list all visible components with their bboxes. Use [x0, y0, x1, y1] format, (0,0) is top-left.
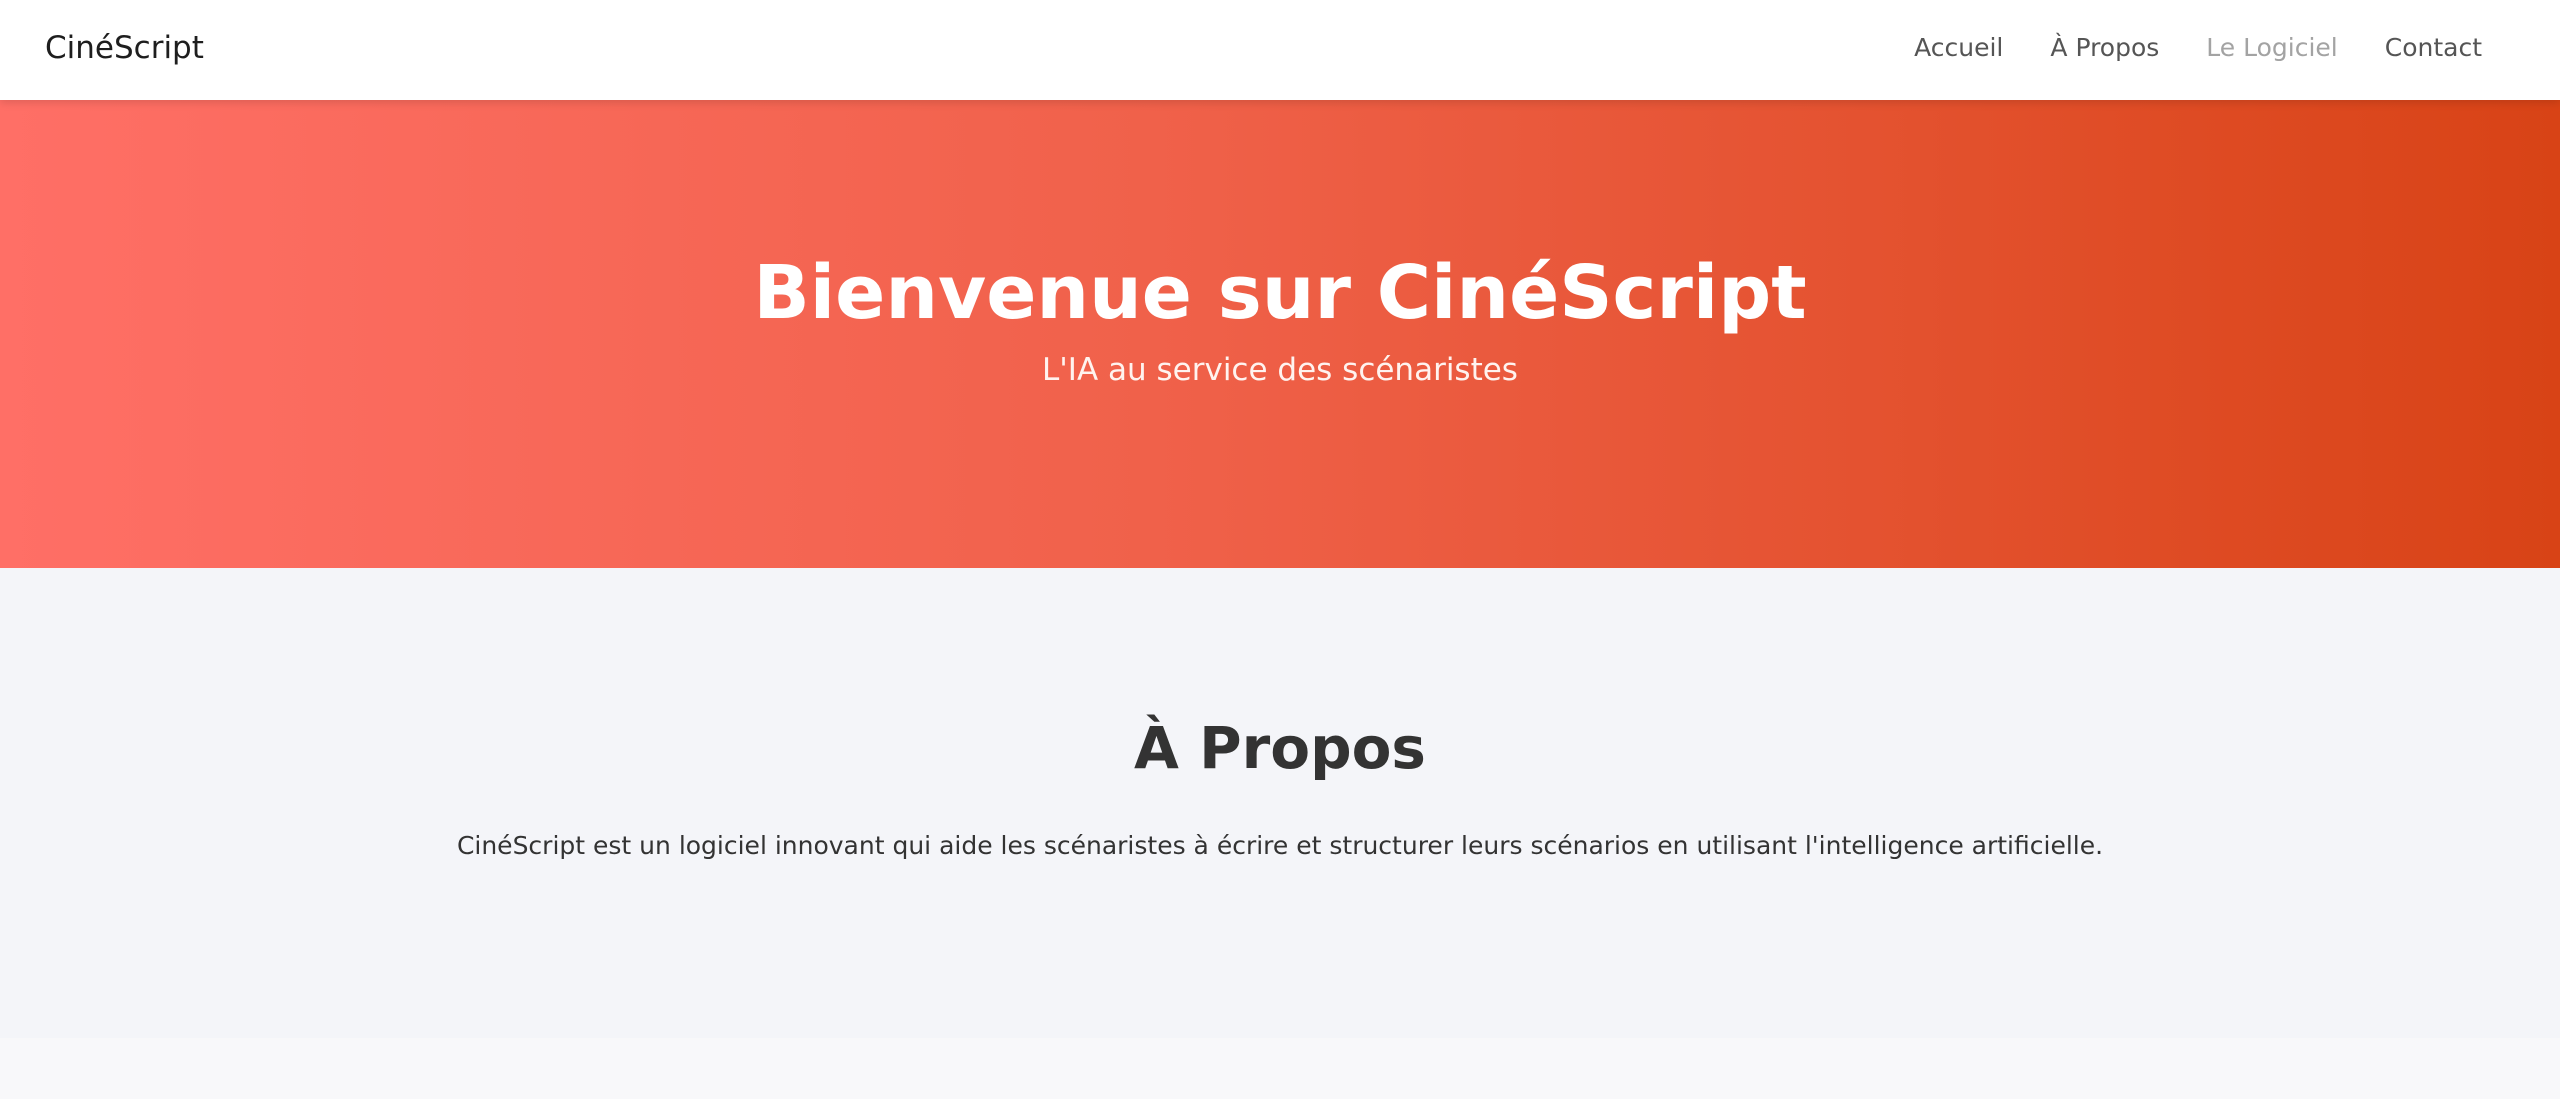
- about-title: À Propos: [1134, 714, 1426, 782]
- navbar: CinéScript Accueil À Propos Le Logiciel …: [0, 0, 2560, 100]
- hero-subtitle: L'IA au service des scénaristes: [1042, 352, 1518, 388]
- about-description: CinéScript est un logiciel innovant qui …: [456, 831, 2104, 860]
- nav-link-le-logiciel[interactable]: Le Logiciel: [2206, 26, 2337, 70]
- nav-link-contact[interactable]: Contact: [2385, 26, 2482, 70]
- brand-logo[interactable]: CinéScript: [45, 26, 204, 70]
- about-section: À Propos CinéScript est un logiciel inno…: [0, 568, 2560, 1038]
- nav-link-a-propos[interactable]: À Propos: [2050, 26, 2159, 70]
- hero-title: Bienvenue sur CinéScript: [753, 250, 1807, 336]
- nav-menu: Accueil À Propos Le Logiciel Contact: [1914, 26, 2482, 70]
- hero-section: Bienvenue sur CinéScript L'IA au service…: [0, 100, 2560, 568]
- page-bottom-strip: [0, 1038, 2560, 1099]
- nav-link-accueil[interactable]: Accueil: [1914, 26, 2003, 70]
